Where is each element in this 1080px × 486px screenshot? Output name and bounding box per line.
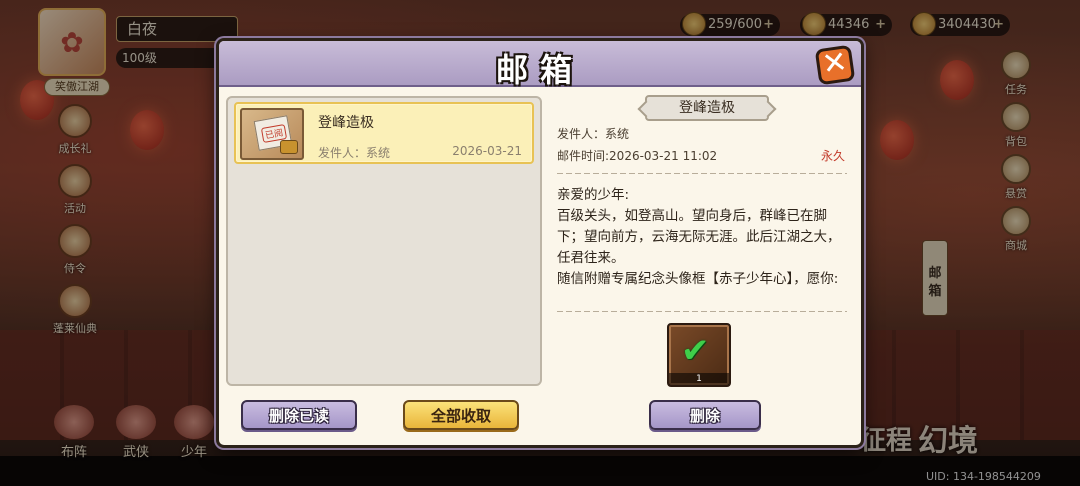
dialog-header: 邮箱 ✕ bbox=[219, 41, 861, 89]
detail-title: 登峰造极 bbox=[645, 95, 769, 121]
attachment-count: 1 bbox=[669, 373, 729, 385]
attachment-item[interactable]: ✔ 1 bbox=[667, 323, 731, 387]
mail-list: 已阅 登峰造极 发件人：系统 2026-03-21 bbox=[226, 96, 542, 386]
mailbox-dialog: 邮箱 ✕ 已阅 登峰造极 发件人：系统 2026-03-21 删除已读 全部收取… bbox=[216, 38, 864, 448]
divider bbox=[557, 173, 847, 174]
collect-all-button[interactable]: 全部收取 bbox=[403, 400, 519, 430]
mail-list-item[interactable]: 已阅 登峰造极 发件人：系统 2026-03-21 bbox=[234, 102, 534, 164]
mail-read-icon: 已阅 bbox=[240, 108, 304, 160]
divider bbox=[557, 311, 847, 312]
dialog-title: 邮箱 bbox=[495, 51, 584, 89]
detail-time: 邮件时间:2026-03-21 11:02 bbox=[557, 149, 718, 163]
delete-read-button[interactable]: 删除已读 bbox=[241, 400, 357, 430]
checkmark-icon: ✔ bbox=[681, 331, 710, 371]
detail-sender: 发件人：系统 bbox=[557, 127, 630, 141]
body-line: 随信附赠专属纪念头像框【赤子少年心】，愿你: bbox=[557, 271, 839, 287]
mail-date: 2026-03-21 bbox=[452, 144, 522, 158]
body-line: 亲爱的少年: bbox=[557, 187, 630, 203]
seal-icon bbox=[280, 140, 298, 154]
mail-sender: 发件人：系统 bbox=[318, 146, 391, 160]
body-line: 百级关头，如登高山。望向身后，群峰已在脚下；望向前方，云海无际无涯。此后江湖之大… bbox=[557, 208, 841, 266]
mail-detail: 登峰造极 发件人：系统 邮件时间:2026-03-21 11:02 永久 亲爱的… bbox=[557, 93, 853, 393]
delete-button[interactable]: 删除 bbox=[649, 400, 761, 430]
mail-title: 登峰造极 bbox=[318, 115, 374, 131]
close-button[interactable]: ✕ bbox=[814, 44, 856, 86]
detail-body: 亲爱的少年: 百级关头，如登高山。望向身后，群峰已在脚下；望向前方，云海无际无涯… bbox=[557, 185, 849, 290]
detail-expire: 永久 bbox=[820, 149, 845, 163]
